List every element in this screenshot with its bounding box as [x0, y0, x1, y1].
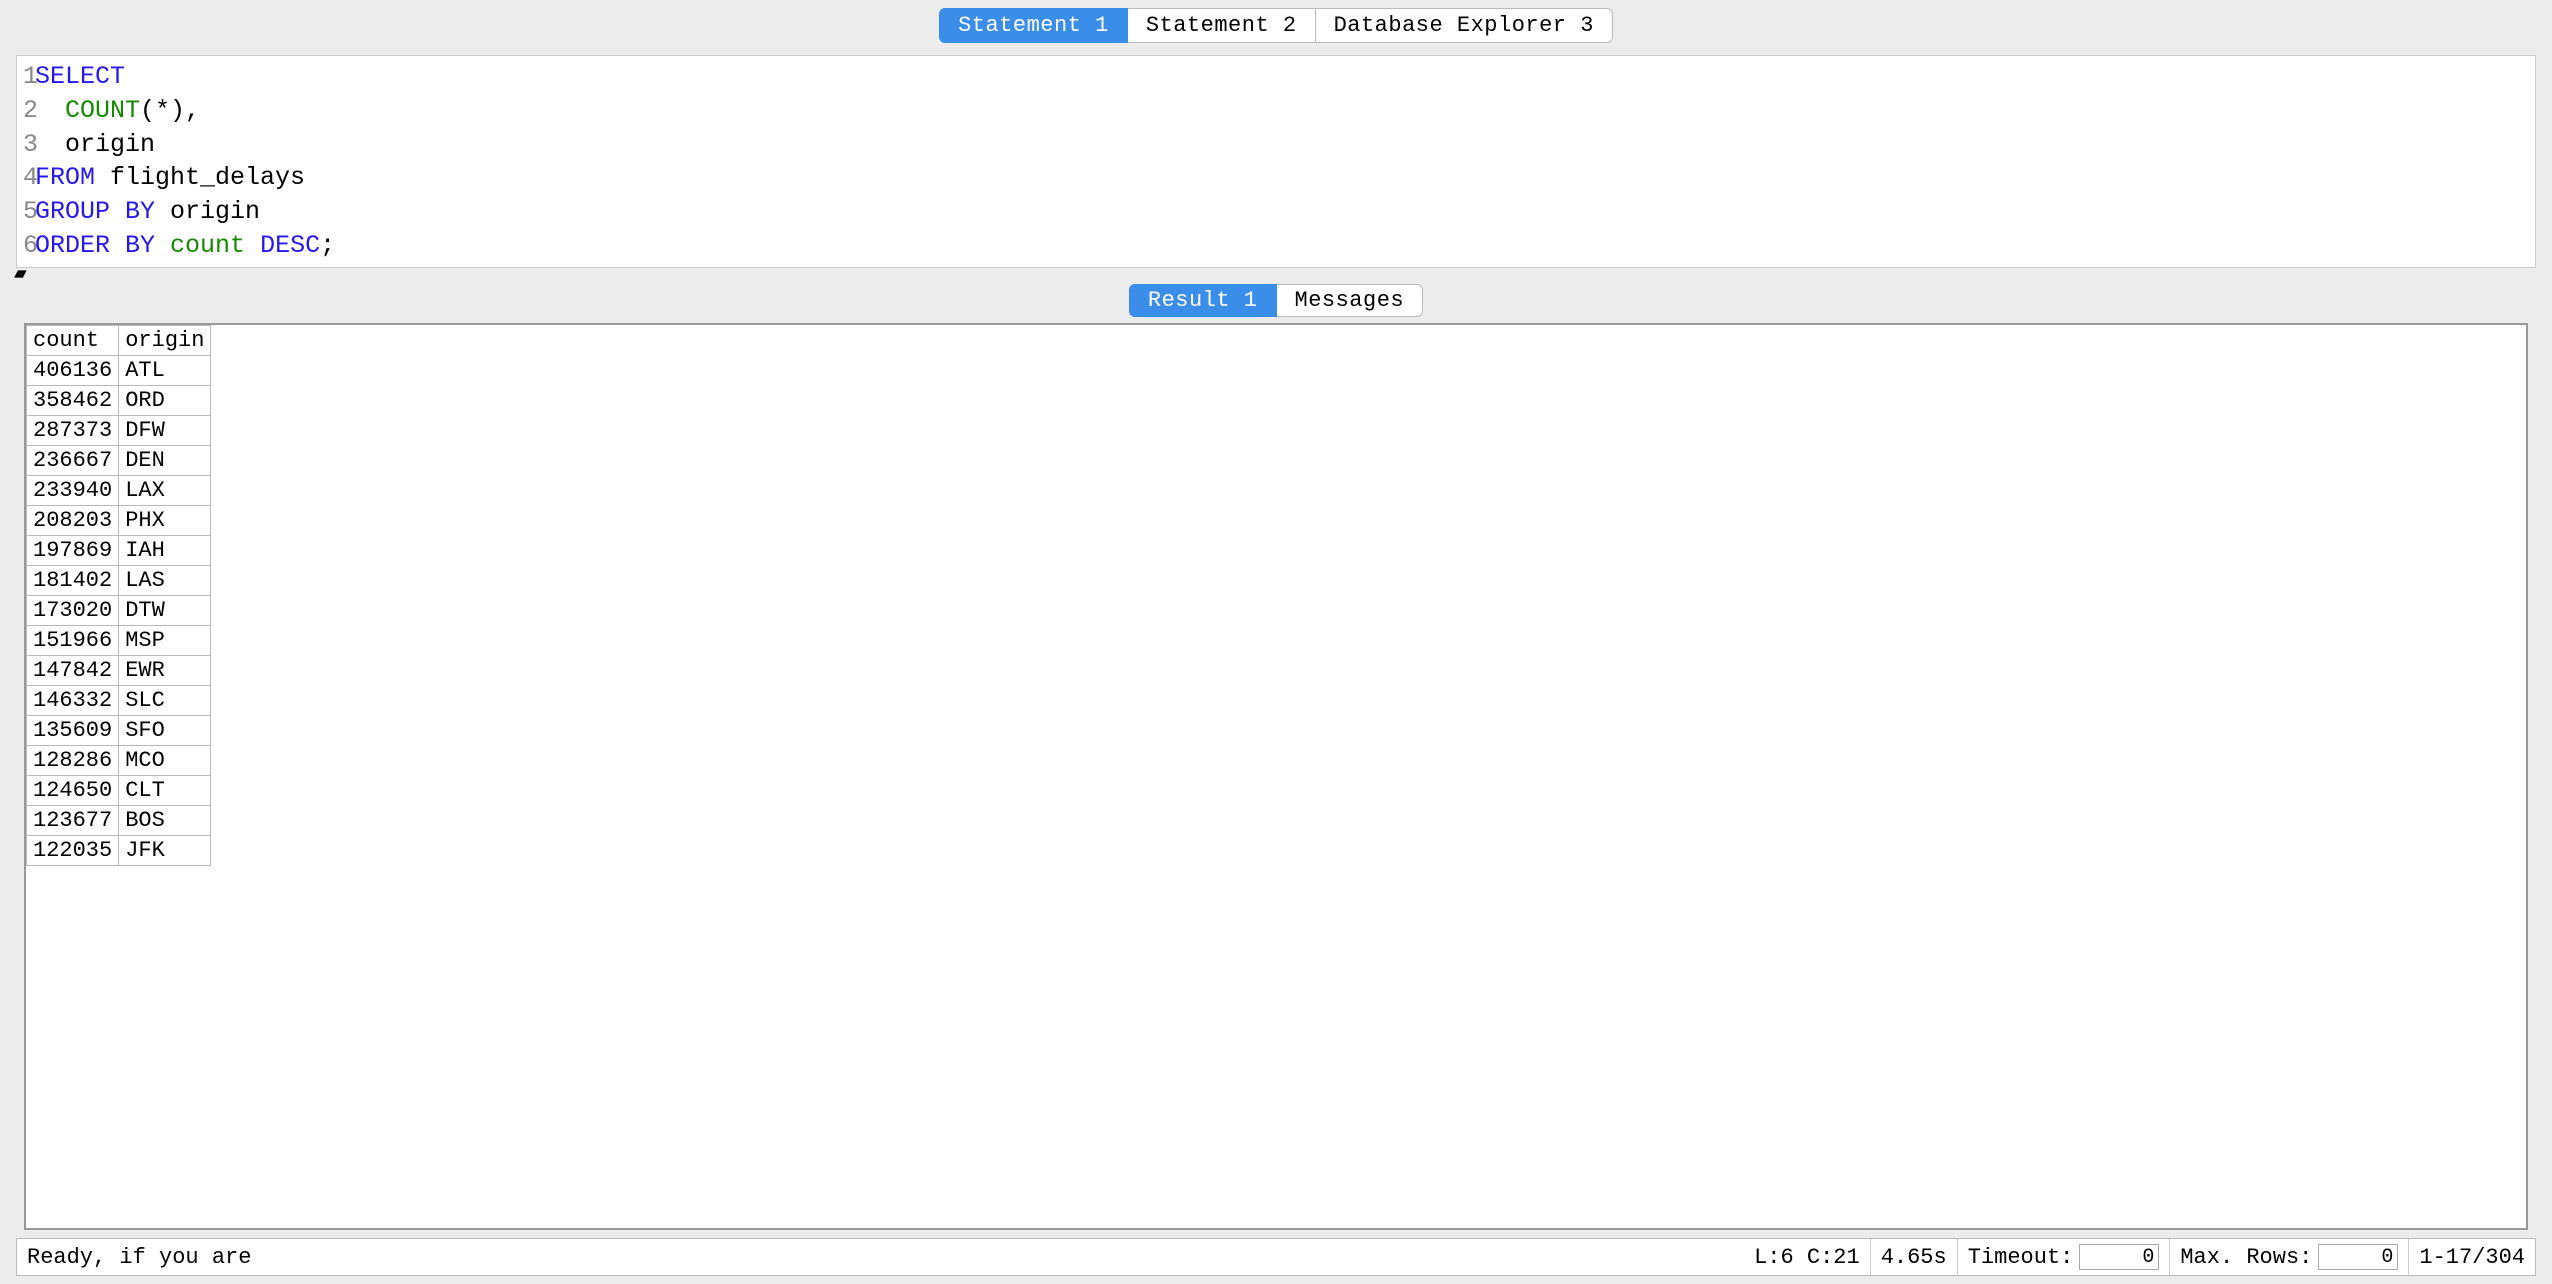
table-cell[interactable]: ATL: [119, 355, 211, 385]
code-line[interactable]: 2 COUNT(*),: [17, 94, 2535, 128]
status-timeout: Timeout:: [1958, 1239, 2171, 1275]
table-cell[interactable]: 406136: [27, 355, 119, 385]
table-cell[interactable]: 208203: [27, 505, 119, 535]
line-number: 3: [17, 128, 35, 162]
table-cell[interactable]: 358462: [27, 385, 119, 415]
table-cell[interactable]: 146332: [27, 685, 119, 715]
table-cell[interactable]: MCO: [119, 745, 211, 775]
tab-statement-2[interactable]: Statement 2: [1128, 8, 1316, 43]
table-cell[interactable]: 128286: [27, 745, 119, 775]
table-row[interactable]: 358462ORD: [27, 385, 211, 415]
result-panel: countorigin 406136ATL358462ORD287373DFW2…: [24, 323, 2528, 1231]
maxrows-label: Max. Rows:: [2180, 1245, 2312, 1270]
sql-editor[interactable]: 1SELECT2 COUNT(*),3 origin4FROM flight_d…: [16, 55, 2536, 268]
table-cell[interactable]: SLC: [119, 685, 211, 715]
table-cell[interactable]: DEN: [119, 445, 211, 475]
table-cell[interactable]: LAS: [119, 565, 211, 595]
status-cursor: L:6 C:21: [1744, 1239, 1871, 1275]
table-cell[interactable]: 147842: [27, 655, 119, 685]
table-cell[interactable]: DTW: [119, 595, 211, 625]
table-cell[interactable]: 233940: [27, 475, 119, 505]
table-cell[interactable]: DFW: [119, 415, 211, 445]
tab-database-explorer-3[interactable]: Database Explorer 3: [1316, 8, 1613, 43]
line-number: 4: [17, 161, 35, 195]
result-table: countorigin 406136ATL358462ORD287373DFW2…: [26, 325, 211, 866]
table-cell[interactable]: EWR: [119, 655, 211, 685]
status-elapsed: 4.65s: [1871, 1239, 1958, 1275]
timeout-label: Timeout:: [1968, 1245, 2074, 1270]
pane-splitter[interactable]: ▲▼: [0, 268, 2552, 282]
code-text[interactable]: ORDER BY count DESC;: [35, 229, 335, 263]
result-scroll[interactable]: countorigin 406136ATL358462ORD287373DFW2…: [26, 325, 2526, 1229]
table-cell[interactable]: JFK: [119, 835, 211, 865]
table-row[interactable]: 151966MSP: [27, 625, 211, 655]
table-row[interactable]: 146332SLC: [27, 685, 211, 715]
table-cell[interactable]: 236667: [27, 445, 119, 475]
table-cell[interactable]: 151966: [27, 625, 119, 655]
table-row[interactable]: 173020DTW: [27, 595, 211, 625]
status-message: Ready, if you are: [17, 1239, 1744, 1275]
column-header[interactable]: count: [27, 325, 119, 355]
table-cell[interactable]: CLT: [119, 775, 211, 805]
table-cell[interactable]: SFO: [119, 715, 211, 745]
result-tabs: Result 1 Messages: [0, 282, 2552, 323]
table-cell[interactable]: 124650: [27, 775, 119, 805]
table-row[interactable]: 122035JFK: [27, 835, 211, 865]
tab-messages[interactable]: Messages: [1277, 284, 1424, 317]
code-text[interactable]: GROUP BY origin: [35, 195, 260, 229]
table-cell[interactable]: LAX: [119, 475, 211, 505]
table-row[interactable]: 233940LAX: [27, 475, 211, 505]
timeout-input[interactable]: [2079, 1244, 2159, 1270]
code-text[interactable]: SELECT: [35, 60, 125, 94]
column-header[interactable]: origin: [119, 325, 211, 355]
table-cell[interactable]: MSP: [119, 625, 211, 655]
table-row[interactable]: 147842EWR: [27, 655, 211, 685]
table-cell[interactable]: BOS: [119, 805, 211, 835]
maxrows-input[interactable]: [2318, 1244, 2398, 1270]
table-cell[interactable]: IAH: [119, 535, 211, 565]
table-cell[interactable]: 135609: [27, 715, 119, 745]
table-cell[interactable]: 197869: [27, 535, 119, 565]
table-row[interactable]: 135609SFO: [27, 715, 211, 745]
tab-statement-1[interactable]: Statement 1: [939, 8, 1128, 43]
code-line[interactable]: 5GROUP BY origin: [17, 195, 2535, 229]
table-row[interactable]: 124650CLT: [27, 775, 211, 805]
table-cell[interactable]: ORD: [119, 385, 211, 415]
table-row[interactable]: 197869IAH: [27, 535, 211, 565]
code-line[interactable]: 6ORDER BY count DESC;: [17, 229, 2535, 263]
code-line[interactable]: 1SELECT: [17, 60, 2535, 94]
table-row[interactable]: 181402LAS: [27, 565, 211, 595]
status-rowrange: 1-17/304: [2409, 1239, 2535, 1275]
status-maxrows: Max. Rows:: [2170, 1239, 2409, 1275]
table-cell[interactable]: 173020: [27, 595, 119, 625]
code-line[interactable]: 3 origin: [17, 128, 2535, 162]
table-cell[interactable]: 123677: [27, 805, 119, 835]
table-cell[interactable]: 122035: [27, 835, 119, 865]
status-bar: Ready, if you are L:6 C:21 4.65s Timeout…: [16, 1238, 2536, 1276]
statement-tabs: Statement 1 Statement 2 Database Explore…: [0, 0, 2552, 47]
tab-result-1[interactable]: Result 1: [1129, 284, 1277, 317]
table-cell[interactable]: PHX: [119, 505, 211, 535]
table-row[interactable]: 208203PHX: [27, 505, 211, 535]
line-number: 1: [17, 60, 35, 94]
code-text[interactable]: origin: [35, 128, 155, 162]
table-row[interactable]: 287373DFW: [27, 415, 211, 445]
code-line[interactable]: 4FROM flight_delays: [17, 161, 2535, 195]
table-row[interactable]: 236667DEN: [27, 445, 211, 475]
table-row[interactable]: 128286MCO: [27, 745, 211, 775]
line-number: 6: [17, 229, 35, 263]
table-cell[interactable]: 181402: [27, 565, 119, 595]
table-cell[interactable]: 287373: [27, 415, 119, 445]
code-text[interactable]: FROM flight_delays: [35, 161, 305, 195]
code-text[interactable]: COUNT(*),: [35, 94, 200, 128]
table-row[interactable]: 123677BOS: [27, 805, 211, 835]
line-number: 2: [17, 94, 35, 128]
line-number: 5: [17, 195, 35, 229]
table-row[interactable]: 406136ATL: [27, 355, 211, 385]
